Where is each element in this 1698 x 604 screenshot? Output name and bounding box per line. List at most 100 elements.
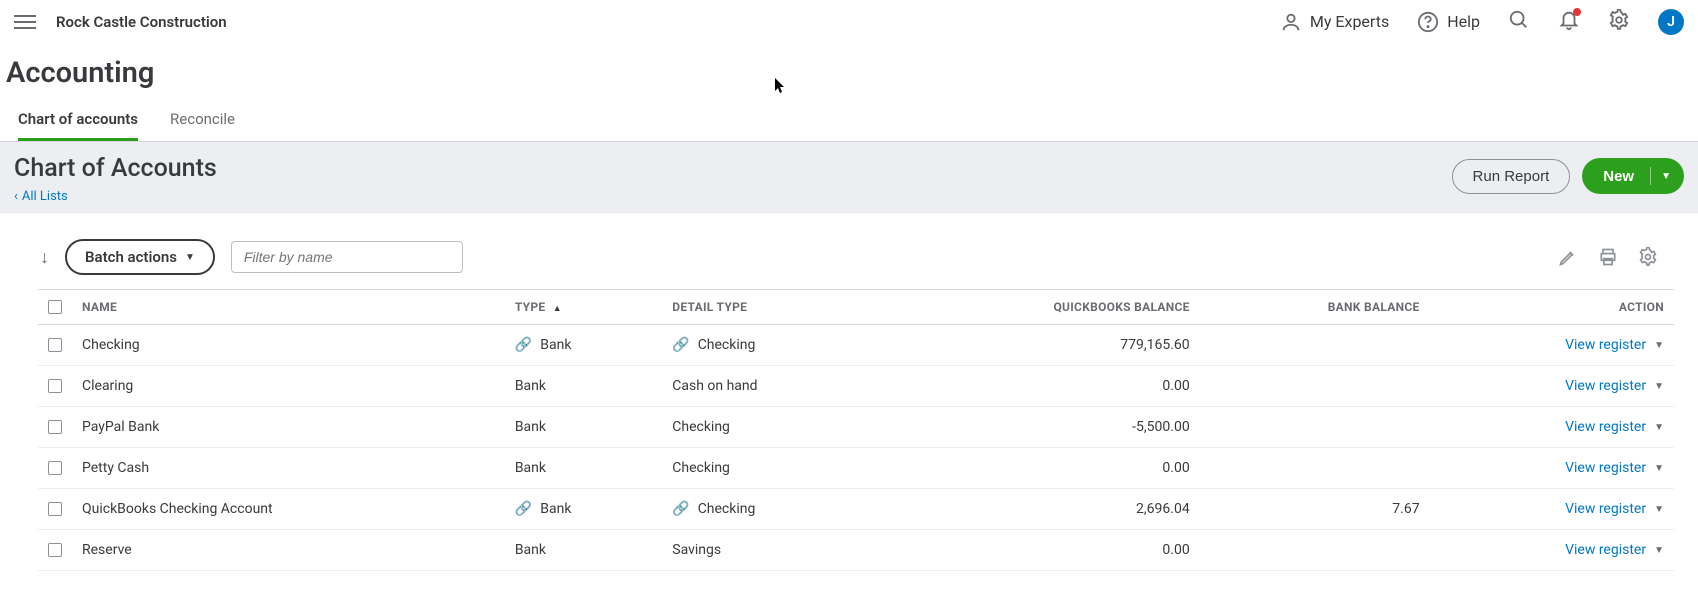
- top-bar: Rock Castle Construction My Experts Help…: [0, 0, 1698, 44]
- notification-dot-icon: [1573, 8, 1581, 16]
- link-icon: 🔗: [515, 337, 532, 353]
- table-row: Checking🔗Bank🔗Checking779,165.60View reg…: [38, 325, 1674, 366]
- cell-type-text: Bank: [515, 378, 546, 394]
- cell-detail: 🔗 Checking: [662, 489, 878, 530]
- chevron-down-icon[interactable]: ▼: [1654, 463, 1664, 474]
- col-action[interactable]: ACTION: [1430, 290, 1674, 325]
- gear-icon[interactable]: [1638, 247, 1658, 267]
- view-register-link[interactable]: View register ▼: [1565, 501, 1664, 517]
- my-experts-link[interactable]: My Experts: [1280, 11, 1389, 33]
- cell-type-text: Bank: [515, 419, 546, 435]
- view-register-link[interactable]: View register ▼: [1565, 337, 1664, 353]
- cell-name: PayPal Bank: [72, 407, 505, 448]
- action-link-label: View register: [1565, 542, 1646, 558]
- batch-actions-button[interactable]: Batch actions ▼: [65, 239, 215, 275]
- new-button-label: New: [1603, 168, 1634, 185]
- chevron-left-icon: ‹: [14, 189, 18, 204]
- search-button[interactable]: [1508, 9, 1530, 35]
- cell-detail-text: Checking: [698, 501, 756, 517]
- cell-detail: Checking: [662, 407, 878, 448]
- cell-detail-text: Checking: [672, 460, 730, 476]
- subheader-title: Chart of Accounts: [14, 154, 217, 183]
- cell-action: View register ▼: [1430, 489, 1674, 530]
- col-detail-type[interactable]: DETAIL TYPE: [662, 290, 878, 325]
- tab-chart-of-accounts[interactable]: Chart of accounts: [18, 110, 138, 141]
- search-icon: [1508, 9, 1530, 31]
- row-checkbox[interactable]: [48, 543, 62, 557]
- tab-reconcile[interactable]: Reconcile: [170, 110, 235, 141]
- row-checkbox[interactable]: [48, 420, 62, 434]
- cell-type: Bank: [505, 366, 662, 407]
- cell-qb-balance: 779,165.60: [879, 325, 1200, 366]
- cell-type: Bank: [505, 530, 662, 571]
- cell-type: 🔗Bank: [505, 325, 662, 366]
- cell-detail: Cash on hand: [662, 366, 878, 407]
- cell-detail: Checking: [662, 448, 878, 489]
- link-icon: 🔗: [515, 501, 532, 517]
- cell-detail-text: Savings: [672, 542, 721, 558]
- avatar[interactable]: J: [1658, 9, 1684, 35]
- cell-type-text: Bank: [515, 542, 546, 558]
- action-link-label: View register: [1565, 337, 1646, 353]
- select-all-checkbox[interactable]: [48, 300, 62, 314]
- cell-bank-balance: 7.67: [1200, 489, 1430, 530]
- col-quickbooks-balance[interactable]: QUICKBOOKS BALANCE: [879, 290, 1200, 325]
- view-register-link[interactable]: View register ▼: [1565, 460, 1664, 476]
- accounts-table: NAME TYPE ▲ DETAIL TYPE QUICKBOOKS BALAN…: [38, 289, 1674, 571]
- action-link-label: View register: [1565, 501, 1646, 517]
- page-title: Accounting: [6, 56, 1692, 90]
- chevron-down-icon: ▼: [1661, 171, 1671, 182]
- run-report-button[interactable]: Run Report: [1452, 159, 1571, 194]
- new-button[interactable]: New ▼: [1582, 158, 1684, 194]
- chevron-down-icon[interactable]: ▼: [1654, 340, 1664, 351]
- view-register-link[interactable]: View register ▼: [1565, 542, 1664, 558]
- row-checkbox[interactable]: [48, 502, 62, 516]
- view-register-link[interactable]: View register▼: [1565, 378, 1664, 394]
- cell-bank-balance: [1200, 530, 1430, 571]
- row-checkbox[interactable]: [48, 461, 62, 475]
- cell-detail-text: Checking: [672, 419, 730, 435]
- batch-actions-label: Batch actions: [85, 248, 177, 266]
- filter-by-name-input[interactable]: [231, 241, 463, 273]
- col-type-label: TYPE: [515, 300, 546, 314]
- company-name: Rock Castle Construction: [56, 13, 227, 31]
- cell-type: Bank: [505, 407, 662, 448]
- subheader: Chart of Accounts ‹ All Lists Run Report…: [0, 142, 1698, 213]
- view-register-link[interactable]: View register▼: [1565, 419, 1664, 435]
- link-icon: 🔗: [672, 501, 689, 517]
- collapse-sort-icon[interactable]: ↓: [40, 247, 49, 268]
- cell-action: View register ▼: [1430, 325, 1674, 366]
- chevron-down-icon[interactable]: ▼: [1654, 381, 1664, 392]
- cell-bank-balance: [1200, 366, 1430, 407]
- tabs: Chart of accounts Reconcile: [0, 90, 1698, 142]
- cell-qb-balance: 0.00: [879, 530, 1200, 571]
- cell-name: QuickBooks Checking Account: [72, 489, 505, 530]
- chevron-down-icon[interactable]: ▼: [1654, 545, 1664, 556]
- chevron-down-icon[interactable]: ▼: [1654, 422, 1664, 433]
- cell-name: Checking: [72, 325, 505, 366]
- help-link[interactable]: Help: [1417, 11, 1480, 33]
- chevron-down-icon[interactable]: ▼: [1654, 504, 1664, 515]
- gear-icon: [1608, 9, 1630, 31]
- cell-action: View register▼: [1430, 366, 1674, 407]
- row-checkbox[interactable]: [48, 338, 62, 352]
- cell-detail: Savings: [662, 530, 878, 571]
- notifications-button[interactable]: [1558, 9, 1580, 35]
- cell-action: View register▼: [1430, 407, 1674, 448]
- print-icon[interactable]: [1598, 247, 1618, 267]
- col-bank-balance[interactable]: BANK BALANCE: [1200, 290, 1430, 325]
- cell-qb-balance: -5,500.00: [879, 407, 1200, 448]
- table-row: ClearingBankCash on hand0.00View registe…: [38, 366, 1674, 407]
- settings-button[interactable]: [1608, 9, 1630, 35]
- col-type[interactable]: TYPE ▲: [505, 290, 662, 325]
- row-checkbox[interactable]: [48, 379, 62, 393]
- col-name[interactable]: NAME: [72, 290, 505, 325]
- back-all-lists-link[interactable]: ‹ All Lists: [14, 189, 217, 204]
- cell-name: Clearing: [72, 366, 505, 407]
- cell-qb-balance: 0.00: [879, 448, 1200, 489]
- menu-icon[interactable]: [14, 11, 36, 33]
- link-icon: 🔗: [672, 337, 689, 353]
- pencil-icon[interactable]: [1558, 247, 1578, 267]
- action-link-label: View register: [1565, 460, 1646, 476]
- table-row: Petty CashBankChecking0.00View register▼: [38, 448, 1674, 489]
